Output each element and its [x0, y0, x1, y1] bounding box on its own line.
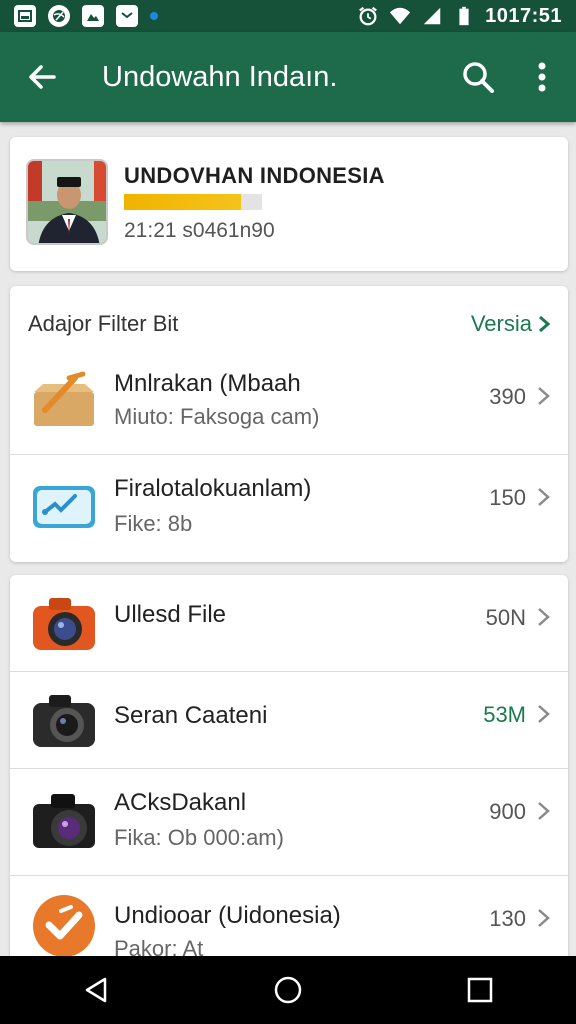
- chevron-right-icon: [538, 909, 550, 927]
- media-row-title: Ullesd File: [114, 601, 227, 628]
- file-row[interactable]: Mnlrakan (Mbaah Miuto: Faksoga cam) 390: [10, 352, 568, 454]
- media-row-title: Undiooar (Uidonesia): [114, 902, 341, 929]
- chevron-right-icon: [538, 802, 550, 820]
- chevron-right-icon: [538, 705, 550, 723]
- signal-icon: [423, 7, 441, 25]
- media-row[interactable]: Seran Caateni 53M: [10, 672, 568, 768]
- black-camera-icon: [28, 688, 100, 752]
- chart-card-icon: [28, 475, 100, 539]
- nav-home-icon[interactable]: [258, 960, 318, 1020]
- profile-name: UNDOVHAN INDONESIA: [124, 163, 385, 188]
- profile-meta: 21:21 s0461n90: [124, 219, 275, 242]
- chevron-right-icon: [538, 387, 550, 405]
- status-dot-icon: [150, 12, 158, 20]
- orange-camera-icon: [28, 591, 100, 655]
- chevron-right-icon: [538, 488, 550, 506]
- battery-icon: [459, 6, 469, 26]
- globe-icon: [48, 5, 70, 27]
- file-row-subtitle: Miuto: Faksoga cam): [114, 404, 320, 429]
- files-header-title: Adajor Filter Bit: [28, 311, 179, 336]
- files-card: Adajor Filter Bit Versia Mnlrakan (Mbaah…: [10, 286, 568, 562]
- profile-progress-fill: [124, 194, 242, 210]
- image-icon: [82, 5, 104, 27]
- media-row-title: Seran Caateni: [114, 702, 268, 729]
- app-bar: Undowahn Indaın.: [0, 32, 576, 122]
- nav-back-icon[interactable]: [66, 960, 126, 1020]
- avatar: [26, 159, 108, 245]
- file-row-subtitle: Fike: 8b: [114, 511, 193, 536]
- file-row-value: 150: [489, 485, 526, 510]
- box-icon: [28, 368, 100, 432]
- notification-icon: [14, 5, 36, 27]
- file-row-title: Mnlrakan (Mbaah: [114, 370, 301, 397]
- alarm-icon: [359, 6, 378, 26]
- chevron-right-icon: [539, 315, 551, 333]
- back-arrow-icon[interactable]: [22, 57, 62, 97]
- media-row-subtitle: Fika: Ob 000:am): [114, 825, 284, 850]
- file-row-title: Firalotalokuanlam): [114, 475, 312, 502]
- version-link[interactable]: Versia: [471, 311, 552, 337]
- file-row-value: 390: [489, 384, 526, 409]
- purple-lens-camera-icon: [28, 789, 100, 853]
- media-row-title: ACksDakanl: [114, 789, 247, 816]
- more-options-icon[interactable]: [520, 55, 564, 99]
- media-row[interactable]: ACksDakanl Fika: Ob 000:am) 900: [10, 769, 568, 875]
- media-row-value: 130: [489, 906, 526, 931]
- search-icon[interactable]: [456, 55, 500, 99]
- chevron-right-icon: [538, 608, 550, 626]
- version-link-label: Versia: [470, 311, 532, 336]
- nav-recents-icon[interactable]: [450, 960, 510, 1020]
- media-row-value: 900: [489, 799, 526, 824]
- media-row[interactable]: Ullesd File 50N: [10, 575, 568, 671]
- app-title: Undowahn Indaın.: [102, 60, 338, 93]
- profile-progress-bar: [124, 194, 262, 210]
- status-time: 1017:51: [485, 4, 562, 27]
- wifi-icon: [390, 7, 411, 25]
- media-row-value: 53M: [483, 702, 526, 727]
- status-bar: 1017:51: [0, 0, 576, 32]
- mail-icon: [116, 5, 138, 27]
- media-row[interactable]: Undiooar (Uidonesia) Pakor: At 130: [10, 876, 568, 965]
- media-row-value: 50N: [485, 605, 526, 630]
- file-row[interactable]: Firalotalokuanlam) Fike: 8b 150: [10, 455, 568, 557]
- system-nav-bar: [0, 956, 576, 1024]
- media-card: Ullesd File 50N Seran Caateni 53M ACksDa…: [10, 575, 568, 965]
- files-header: Adajor Filter Bit Versia: [28, 308, 552, 340]
- orange-check-badge-icon: [28, 894, 100, 958]
- profile-card[interactable]: UNDOVHAN INDONESIA 21:21 s0461n90: [10, 137, 568, 271]
